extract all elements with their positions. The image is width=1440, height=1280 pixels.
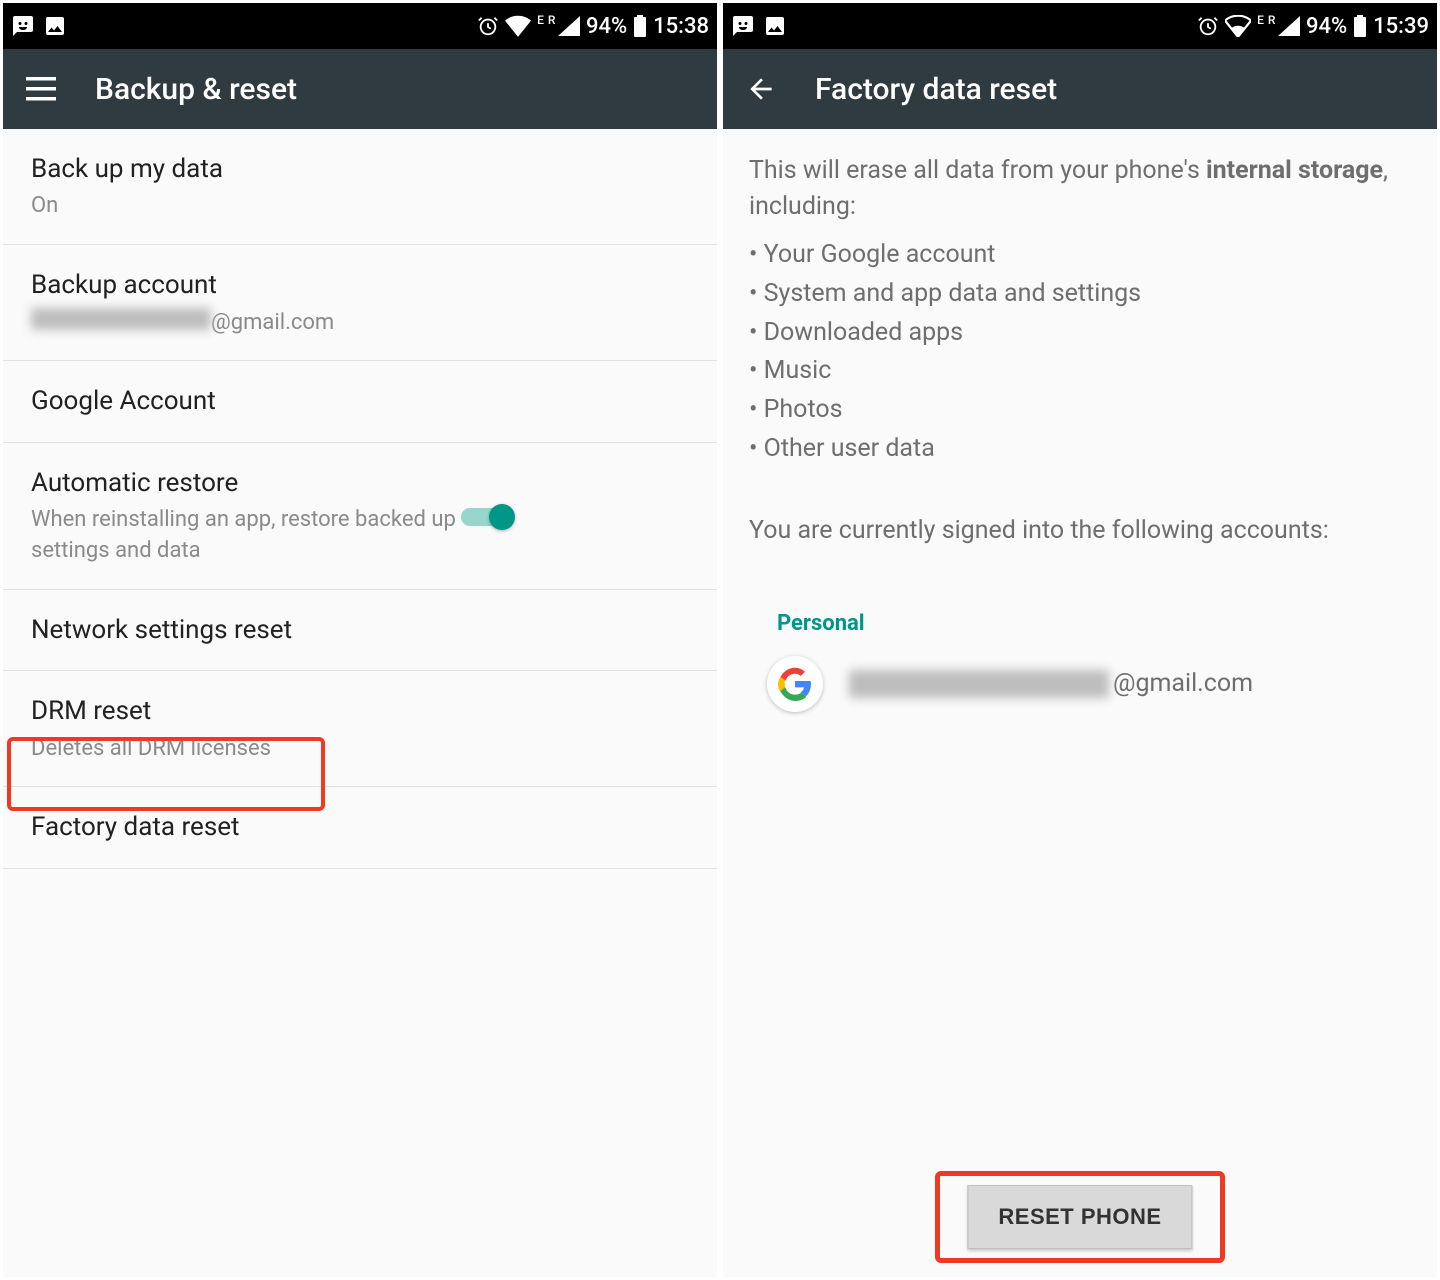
item-title: Factory data reset xyxy=(31,809,689,845)
battery-indicator: 94% xyxy=(586,14,647,39)
battery-indicator: 94% xyxy=(1306,14,1367,39)
item-title: DRM reset xyxy=(31,693,689,729)
network-type-label: E R xyxy=(1257,14,1276,26)
reset-phone-button[interactable]: RESET PHONE xyxy=(967,1185,1192,1249)
item-automatic-restore[interactable]: Automatic restore When reinstalling an a… xyxy=(3,443,717,590)
item-sub: When reinstalling an app, restore backed… xyxy=(31,505,461,567)
erase-list: • Your Google account • System and app d… xyxy=(723,232,1437,469)
item-sub: xxxxxxxx@gmail.com xyxy=(31,308,689,339)
app-bar: Backup & reset xyxy=(3,49,717,129)
wifi-icon xyxy=(505,15,531,37)
automatic-restore-switch[interactable] xyxy=(461,502,515,530)
battery-percent: 94% xyxy=(586,14,627,39)
signal-icon xyxy=(558,16,580,36)
item-title: Automatic restore xyxy=(31,465,461,501)
item-title: Backup account xyxy=(31,267,689,303)
item-title: Back up my data xyxy=(31,151,689,187)
redacted-email-prefix: xxxxxxxxxxxx xyxy=(849,670,1109,698)
alarm-icon xyxy=(1197,15,1219,37)
settings-list: Back up my data On Backup account xxxxxx… xyxy=(3,129,717,1277)
page-title: Factory data reset xyxy=(815,72,1057,107)
google-logo-icon xyxy=(767,656,823,712)
hamburger-menu-icon[interactable] xyxy=(23,71,59,107)
signal-icon xyxy=(1278,16,1300,36)
redacted-email-prefix: xxxxxxxx xyxy=(31,308,211,330)
chat-notification-icon xyxy=(11,14,35,38)
item-title: Google Account xyxy=(31,383,689,419)
wifi-icon xyxy=(1225,15,1251,37)
item-back-up-my-data[interactable]: Back up my data On xyxy=(3,129,717,245)
battery-percent: 94% xyxy=(1306,14,1347,39)
photo-notification-icon xyxy=(763,14,787,38)
account-section-label: Personal xyxy=(723,549,1437,636)
app-bar: Factory data reset xyxy=(723,49,1437,129)
signed-in-label: You are currently signed into the follow… xyxy=(723,469,1437,549)
item-sub: On xyxy=(31,191,689,222)
annotation-highlight xyxy=(7,737,325,811)
phone-backup-reset: E R 94% 15:38 Backup & reset Back up my … xyxy=(3,3,717,1277)
status-bar: E R 94% 15:39 xyxy=(723,3,1437,49)
item-network-settings-reset[interactable]: Network settings reset xyxy=(3,590,717,671)
alarm-icon xyxy=(477,15,499,37)
page-title: Backup & reset xyxy=(95,72,297,107)
account-row[interactable]: xxxxxxxxxxxx@gmail.com xyxy=(723,636,1437,712)
clock: 15:39 xyxy=(1373,14,1429,39)
account-email: xxxxxxxxxxxx@gmail.com xyxy=(849,669,1253,698)
photo-notification-icon xyxy=(43,14,67,38)
network-type-label: E R xyxy=(537,14,556,26)
item-backup-account[interactable]: Backup account xxxxxxxx@gmail.com xyxy=(3,245,717,361)
intro-text: This will erase all data from your phone… xyxy=(723,129,1437,232)
clock: 15:38 xyxy=(653,14,709,39)
item-title: Network settings reset xyxy=(31,612,689,648)
status-bar: E R 94% 15:38 xyxy=(3,3,717,49)
back-arrow-icon[interactable] xyxy=(743,71,779,107)
chat-notification-icon xyxy=(731,14,755,38)
phone-factory-reset: E R 94% 15:39 Factory data reset This wi… xyxy=(723,3,1437,1277)
factory-reset-content: This will erase all data from your phone… xyxy=(723,129,1437,1277)
item-google-account[interactable]: Google Account xyxy=(3,361,717,442)
